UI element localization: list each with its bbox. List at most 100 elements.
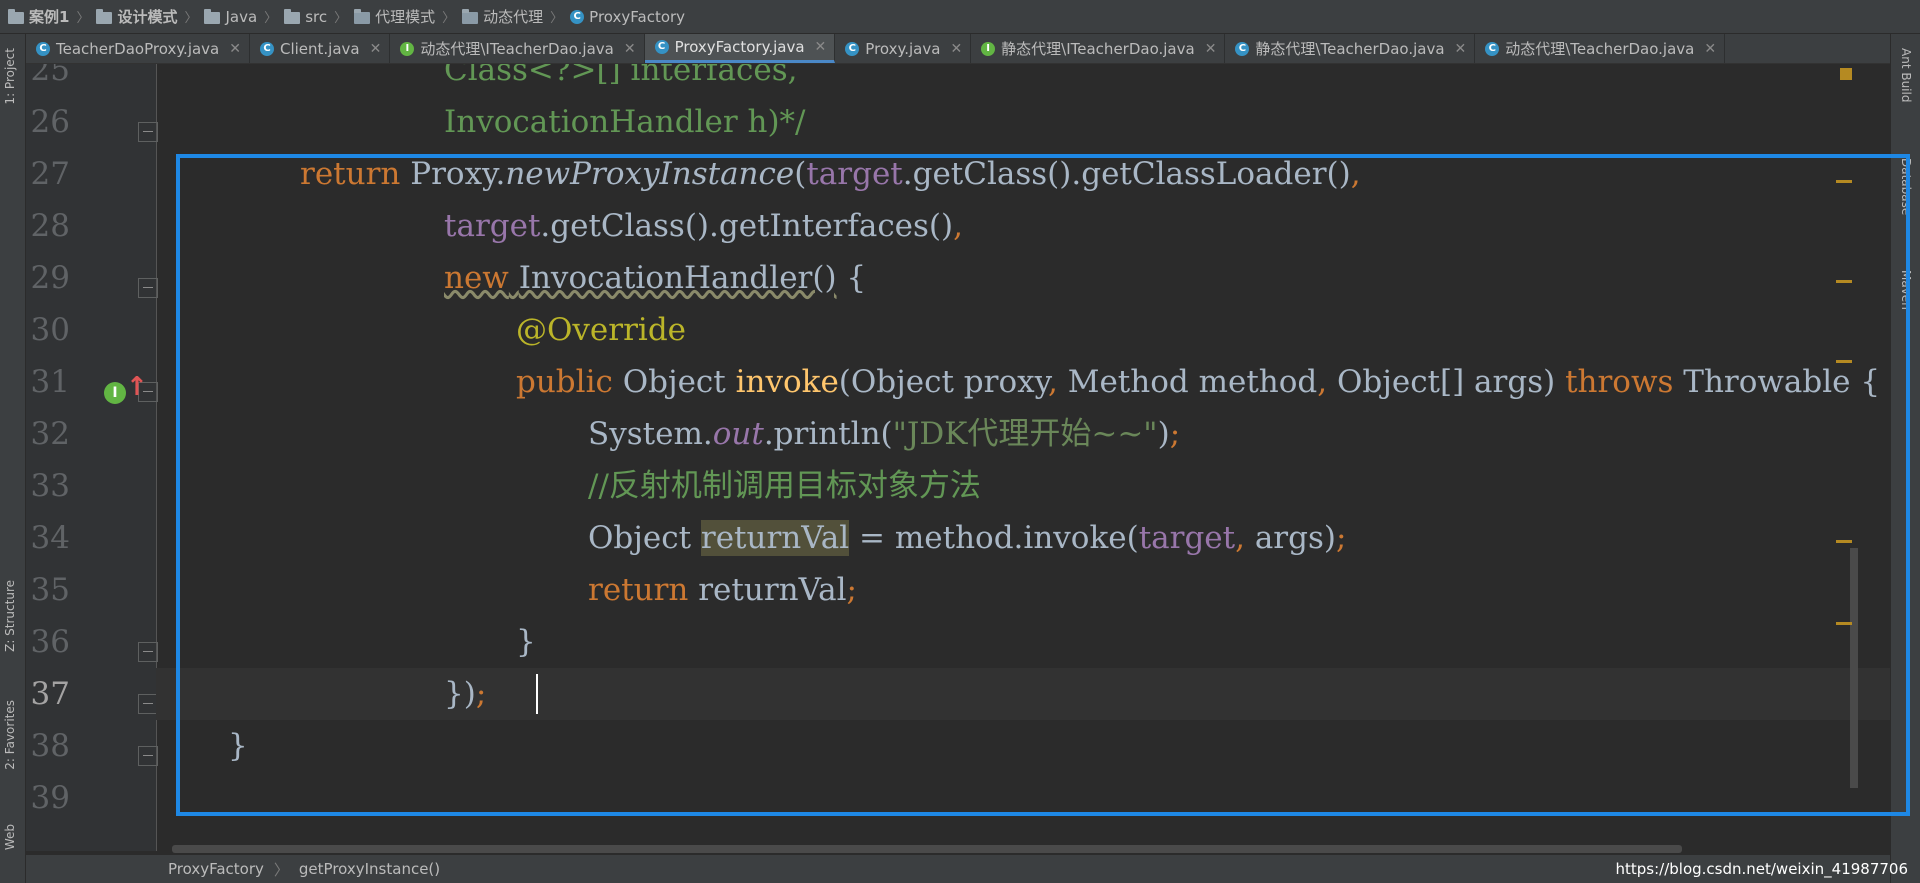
code-line-25: Class<?>[] interfaces, <box>444 64 1890 96</box>
folder-icon <box>8 8 24 24</box>
close-icon[interactable]: ✕ <box>624 41 636 57</box>
tab-label: Proxy.java <box>865 39 941 58</box>
tab-proxy[interactable]: C Proxy.java ✕ <box>835 34 972 63</box>
error-stripe-marker[interactable] <box>1836 360 1852 363</box>
tab-static-iteacherdao[interactable]: I 静态代理\ITeacherDao.java ✕ <box>971 34 1226 63</box>
code-area[interactable]: Class<?>[] interfaces, InvocationHandler… <box>156 64 1890 851</box>
breadcrumb-item-java[interactable]: Java <box>204 8 257 26</box>
code-token: ; <box>846 572 857 608</box>
code-token: return <box>588 572 689 608</box>
fold-minus-icon <box>138 278 158 298</box>
class-icon: C <box>36 41 50 56</box>
tab-teacherdaoproxy[interactable]: C TeacherDaoProxy.java ✕ <box>26 34 250 63</box>
line-number: 27 <box>30 156 70 192</box>
code-token: Method method <box>1057 364 1318 400</box>
line-number: 33 <box>30 468 70 504</box>
code-token: target <box>1138 520 1236 556</box>
code-token: .println( <box>763 416 893 452</box>
project-tool-button[interactable]: 1: Project <box>3 48 17 105</box>
folder-icon <box>284 8 301 24</box>
code-line-31: public Object invoke(Object proxy, Metho… <box>516 356 1890 408</box>
breadcrumb-label: 案例1 <box>29 8 70 26</box>
error-stripe-marker[interactable] <box>1836 540 1852 543</box>
web-tool-button[interactable]: Web <box>3 824 17 850</box>
editor-gutter: 25 26 27 28 29 30 31 32 33 34 35 36 37 3… <box>26 64 158 851</box>
class-icon: C <box>1235 41 1250 56</box>
breadcrumb-item-subpackage[interactable]: 动态代理 <box>462 6 543 27</box>
code-token: returnVal <box>688 572 847 608</box>
close-icon[interactable]: ✕ <box>229 41 241 57</box>
chevron-right-icon: 〉 <box>264 11 278 26</box>
anonymous-class-warning[interactable]: new InvocationHandler() <box>444 260 837 296</box>
code-token: ; <box>1335 520 1347 556</box>
close-icon[interactable]: ✕ <box>1455 41 1467 57</box>
fold-minus-icon <box>138 642 158 662</box>
close-icon[interactable]: ✕ <box>1205 41 1217 57</box>
tab-proxyfactory[interactable]: C ProxyFactory.java ✕ <box>644 34 836 63</box>
breadcrumb-class[interactable]: ProxyFactory <box>168 860 264 878</box>
text-caret <box>536 674 538 714</box>
maven-tool-button[interactable]: Maven <box>1899 270 1913 310</box>
line-number: 38 <box>30 728 70 764</box>
chevron-right-icon: 〉 <box>334 11 348 26</box>
error-stripe-marker[interactable] <box>1836 180 1852 183</box>
tab-label: ProxyFactory.java <box>674 38 805 56</box>
line-number: 35 <box>30 572 70 608</box>
tab-client[interactable]: C Client.java ✕ <box>250 34 391 63</box>
code-comment: //反射机制调用目标对象方法 <box>588 468 981 504</box>
module-icon <box>96 8 113 24</box>
close-icon[interactable]: ✕ <box>950 41 962 57</box>
breadcrumb-item-class[interactable]: C ProxyFactory <box>570 8 685 26</box>
chevron-right-icon: 〉 <box>273 860 289 879</box>
favorites-tool-button[interactable]: 2: Favorites <box>3 700 17 770</box>
tab-label: 静态代理\TeacherDao.java <box>1255 40 1445 58</box>
close-icon[interactable]: ✕ <box>370 41 382 57</box>
fold-minus-icon <box>138 694 158 714</box>
breadcrumb-item-package[interactable]: 代理模式 <box>354 6 435 27</box>
inspection-status-icon[interactable] <box>1840 68 1852 80</box>
ant-build-tool-button[interactable]: Ant Build <box>1899 48 1913 102</box>
tab-label: Client.java <box>279 39 360 58</box>
breadcrumb-item-src[interactable]: src <box>284 8 327 26</box>
breadcrumb-method[interactable]: getProxyInstance() <box>299 860 440 878</box>
code-token: Throwable { <box>1673 364 1881 400</box>
class-icon: C <box>845 41 860 56</box>
code-token: } <box>228 728 248 764</box>
line-number-current: 37 <box>30 676 70 712</box>
code-token: throws <box>1565 364 1674 400</box>
implements-method-icon[interactable]: I <box>104 382 126 404</box>
package-icon <box>462 8 479 24</box>
code-line-32: System.out.println("JDK代理开始~~"); <box>588 408 1890 460</box>
code-token: = method.invoke( <box>849 520 1139 556</box>
fold-minus-icon <box>138 746 158 766</box>
class-icon: C <box>570 9 585 24</box>
vertical-scrollbar[interactable] <box>1850 548 1858 788</box>
line-number: 39 <box>30 780 70 816</box>
chevron-right-icon: 〉 <box>550 11 564 26</box>
close-icon[interactable]: ✕ <box>815 39 827 55</box>
arrow-up-icon[interactable]: ↑ <box>126 372 148 402</box>
class-icon: C <box>259 41 274 56</box>
tab-static-teacherdao[interactable]: C 静态代理\TeacherDao.java ✕ <box>1225 34 1476 63</box>
tab-dynamic-iteacherdao[interactable]: I 动态代理\ITeacherDao.java ✕ <box>390 34 645 63</box>
code-token: } <box>516 624 536 660</box>
code-token: , <box>1048 364 1058 400</box>
editor-breadcrumb: ProxyFactory 〉 getProxyInstance() <box>26 855 1890 883</box>
code-token: newProxyInstance <box>505 156 795 192</box>
tab-dynamic-teacherdao[interactable]: C 动态代理\TeacherDao.java ✕ <box>1475 34 1726 63</box>
horizontal-scrollbar[interactable] <box>172 845 1682 853</box>
highlighted-variable[interactable]: returnVal <box>700 520 850 556</box>
structure-tool-button[interactable]: Z: Structure <box>3 580 17 652</box>
close-icon[interactable]: ✕ <box>1704 41 1716 57</box>
class-icon: C <box>654 40 669 54</box>
breadcrumb-item-project[interactable]: 案例1 <box>8 6 69 27</box>
interface-icon: I <box>981 41 996 56</box>
error-stripe-marker[interactable] <box>1836 280 1852 283</box>
code-token: , <box>1235 520 1245 556</box>
code-line-34: Object returnVal = method.invoke(target,… <box>588 512 1890 564</box>
breadcrumb-item-module[interactable]: 设计模式 <box>96 6 177 27</box>
error-stripe-marker[interactable] <box>1836 622 1852 625</box>
code-editor[interactable]: 25 26 27 28 29 30 31 32 33 34 35 36 37 3… <box>26 64 1890 851</box>
database-tool-button[interactable]: Database <box>1899 158 1913 215</box>
